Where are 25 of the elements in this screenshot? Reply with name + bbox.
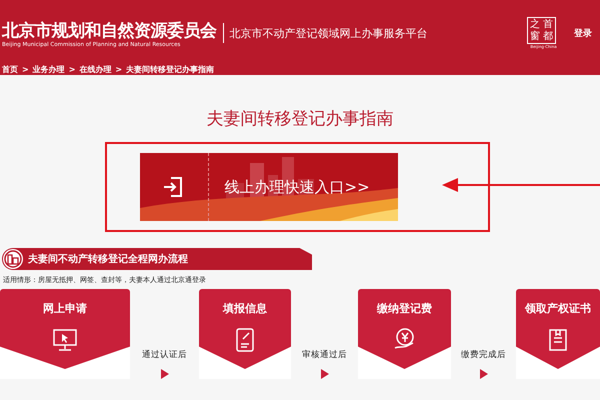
- next-arrow-icon: [320, 369, 328, 379]
- next-arrow-icon: [160, 369, 168, 379]
- page-title: 夫妻间转移登记办事指南: [206, 108, 394, 130]
- breadcrumb-separator: >: [68, 65, 76, 74]
- step-title: 填报信息: [223, 301, 267, 316]
- breadcrumb-link[interactable]: 在线办理: [79, 64, 112, 75]
- platform-name: 北京市不动产登记领域网上办事服务平台: [230, 26, 428, 40]
- logo: 之 首 窗 都: [527, 17, 556, 44]
- site-title: 北京市规划和自然资源委员会: [2, 20, 216, 42]
- breadcrumb-link[interactable]: 夫妻间转移登记办事指南: [126, 64, 214, 75]
- next-arrow-icon: [480, 369, 488, 379]
- step-condition: 审核通过后: [302, 349, 347, 361]
- step-condition: 通过认证后: [142, 349, 187, 361]
- breadcrumb-separator: >: [22, 65, 29, 74]
- breadcrumb-separator: >: [115, 65, 122, 74]
- login-link[interactable]: 登录: [574, 26, 592, 40]
- breadcrumb-link[interactable]: 业务办理: [32, 64, 65, 75]
- breadcrumb-link[interactable]: 首页: [2, 64, 18, 75]
- step-title: 缴纳登记费: [377, 301, 432, 316]
- sign-in-icon: [162, 176, 184, 198]
- step-title: 领取产权证书: [525, 301, 591, 316]
- step-condition: 缴费完成后: [461, 349, 506, 361]
- step-title: 网上申请: [43, 301, 87, 316]
- section-title: 夫妻间不动产转移登记全程网办流程: [28, 252, 188, 266]
- quick-entry-banner[interactable]: 线上办理快速入口>>: [140, 153, 398, 221]
